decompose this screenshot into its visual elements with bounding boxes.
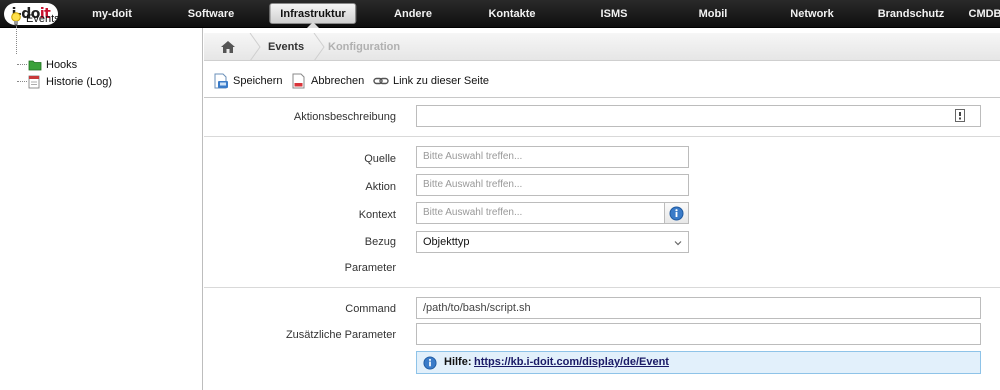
save-button-label: Speichern (233, 75, 283, 87)
nav-item-isms[interactable]: ISMS (601, 0, 628, 28)
extra-parameters-input[interactable] (416, 323, 981, 345)
nav-item-network[interactable]: Network (790, 0, 833, 28)
nav-item-mobil[interactable]: Mobil (699, 0, 728, 28)
folder-green-icon (28, 60, 42, 71)
breadcrumb-separator-icon (249, 33, 261, 61)
context-info-button[interactable] (665, 202, 689, 224)
cancel-button[interactable]: Abbrechen (291, 72, 365, 90)
tree-root-label: Events (26, 13, 60, 25)
tree-connector (16, 26, 17, 54)
help-info-box: Hilfe: https://kb.i-doit.com/display/de/… (416, 351, 981, 374)
command-label: Command (345, 303, 396, 315)
section-divider (204, 136, 1000, 137)
context-label: Kontext (358, 209, 396, 221)
source-select[interactable]: Bitte Auswahl treffen... (416, 146, 689, 168)
text-edit-icon[interactable] (955, 109, 965, 122)
cancel-document-icon (292, 73, 305, 89)
active-nav-indicator (307, 22, 319, 28)
tree-connector (17, 81, 27, 82)
nav-item-brandschutz[interactable]: Brandschutz (878, 0, 945, 28)
info-icon (423, 356, 437, 370)
home-icon[interactable] (220, 40, 236, 54)
action-label: Aktion (365, 181, 396, 193)
save-button[interactable]: Speichern (213, 72, 289, 90)
info-icon (669, 206, 684, 221)
breadcrumb-item-konfiguration: Konfiguration (328, 41, 401, 53)
context-select[interactable]: Bitte Auswahl treffen... (416, 202, 665, 224)
section-divider (204, 287, 1000, 288)
chain-link-icon (373, 77, 389, 85)
help-label: Hilfe: (444, 356, 472, 368)
nav-item-andere[interactable]: Andere (394, 0, 432, 28)
lightbulb-icon (11, 12, 21, 26)
action-select[interactable]: Bitte Auswahl treffen... (416, 174, 689, 196)
parameters-label: Parameter (344, 262, 396, 274)
page-link-label: Link zu dieser Seite (393, 75, 489, 87)
help-link[interactable]: https://kb.i-doit.com/display/de/Event (474, 352, 669, 373)
save-document-icon (214, 73, 228, 89)
reference-label: Bezug (364, 236, 396, 248)
nav-item-cmdb[interactable]: CMDB (969, 0, 1000, 28)
tree-item-label: Historie (Log) (46, 76, 113, 88)
description-label: Aktionsbeschreibung (293, 111, 396, 123)
nav-item-software[interactable]: Software (188, 0, 234, 28)
chevron-down-icon (674, 241, 682, 246)
source-label: Quelle (364, 153, 396, 165)
reference-select-value: Objekttyp (423, 236, 470, 248)
description-field[interactable] (416, 105, 981, 127)
page-link-button[interactable]: Link zu dieser Seite (373, 72, 489, 90)
action-toolbar: Speichern Abbrechen Link zu dieser Seite (204, 62, 1000, 98)
reference-select[interactable]: Objekttyp (416, 231, 689, 253)
nav-item-infrastruktur[interactable]: Infrastruktur (269, 3, 357, 24)
log-document-icon (28, 75, 40, 89)
extra-parameters-label: Zusätzliche Parameter (285, 329, 396, 341)
breadcrumb-separator-icon (313, 33, 325, 61)
main-navigation-bar: i-doit my-doit Software Infrastruktur An… (0, 0, 1000, 28)
nav-item-kontakte[interactable]: Kontakte (488, 0, 535, 28)
cancel-button-label: Abbrechen (311, 75, 365, 87)
breadcrumb-item-events[interactable]: Events (268, 33, 304, 61)
tree-connector (17, 64, 27, 65)
command-input[interactable]: /path/to/bash/script.sh (416, 297, 981, 319)
tree-item-label: Hooks (46, 59, 78, 71)
nav-item-my-doit[interactable]: my-doit (92, 0, 132, 28)
breadcrumb: Events Konfiguration (204, 33, 1000, 61)
